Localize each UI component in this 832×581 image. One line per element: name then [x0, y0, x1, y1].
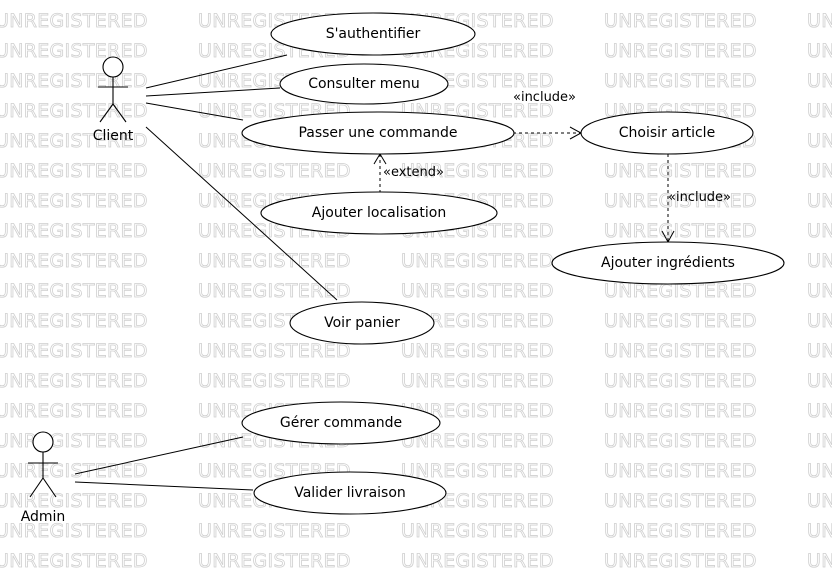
use-case-ajouter-localisation-label: Ajouter localisation: [312, 205, 446, 221]
watermark-text: UNREGISTERED: [0, 70, 148, 92]
use-case-gerer-commande-label: Gérer commande: [280, 415, 402, 431]
use-case-diagram: UNREGISTERED UNREGISTERED UNREGISTERED UNRE…: [0, 10, 832, 581]
use-case-authentifier[interactable]: S'authentifier: [270, 12, 476, 56]
watermark-text: UNREGISTERED: [0, 340, 148, 362]
watermark-text: UNREGISTERED: [0, 220, 148, 242]
watermark-text: UNREGISTERED: [0, 370, 148, 392]
watermark-text: UNREGISTERED: [0, 250, 148, 272]
use-case-valider-livraison-label: Valider livraison: [294, 485, 406, 501]
use-case-passer-commande-label: Passer une commande: [298, 125, 457, 141]
watermark-text: UNREGISTERED: [401, 370, 554, 392]
watermark-text: UNREGISTERED: [604, 160, 757, 182]
watermark-text: UNREGISTERED: [0, 430, 148, 452]
actor-admin-label: Admin: [21, 509, 66, 525]
use-case-choisir-article-label: Choisir article: [619, 125, 715, 141]
watermark-text: UNREGISTERED: [604, 430, 757, 452]
actor-client-head: [102, 56, 124, 78]
use-case-consulter-menu[interactable]: Consulter menu: [279, 63, 449, 105]
watermark-text: UNREGISTERED: [604, 220, 757, 242]
watermark-text: UNREGISTERED: [807, 430, 832, 452]
use-case-ajouter-ingredients[interactable]: Ajouter ingrédients: [551, 241, 785, 285]
watermark-text: UNREGISTERED: [807, 40, 832, 62]
watermark-text: UNREGISTERED: [807, 310, 832, 332]
watermark-text: UNREGISTERED: [604, 550, 757, 572]
watermark-text: UNREGISTERED: [807, 490, 832, 512]
actor-admin-head: [32, 431, 54, 453]
watermark-text: UNREGISTERED: [401, 520, 554, 542]
watermark-text: UNREGISTERED: [807, 280, 832, 302]
watermark-text: UNREGISTERED: [401, 280, 554, 302]
watermark-text: UNREGISTERED: [807, 100, 832, 122]
watermark-text: UNREGISTERED: [0, 550, 148, 572]
watermark-text: UNREGISTERED: [807, 250, 832, 272]
watermark-text: UNREGISTERED: [604, 370, 757, 392]
watermark-text: UNREGISTERED: [604, 310, 757, 332]
watermark-text: UNREGISTERED: [807, 550, 832, 572]
watermark-text: UNREGISTERED: [401, 250, 554, 272]
watermark-text: UNREGISTERED: [807, 400, 832, 422]
use-case-gerer-commande[interactable]: Gérer commande: [241, 401, 441, 445]
watermark-text: UNREGISTERED: [198, 520, 351, 542]
watermark-text: UNREGISTERED: [198, 250, 351, 272]
watermark-text: UNREGISTERED: [807, 370, 832, 392]
use-case-voir-panier[interactable]: Voir panier: [289, 301, 435, 345]
actor-client-label: Client: [93, 128, 134, 144]
use-case-choisir-article[interactable]: Choisir article: [580, 111, 754, 155]
watermark-text: UNREGISTERED: [807, 220, 832, 242]
association-admin-valider-livraison: [74, 481, 254, 491]
watermark-text: UNREGISTERED: [604, 520, 757, 542]
include-label-1: «include»: [513, 90, 576, 105]
watermark-text: UNREGISTERED: [807, 190, 832, 212]
watermark-text: UNREGISTERED: [401, 340, 554, 362]
use-case-valider-livraison[interactable]: Valider livraison: [253, 471, 447, 515]
extend-label: «extend»: [383, 165, 444, 180]
watermark-text: UNREGISTERED: [0, 40, 148, 62]
watermark-text: UNREGISTERED: [807, 10, 832, 32]
use-case-consulter-menu-label: Consulter menu: [308, 76, 420, 92]
watermark-text: UNREGISTERED: [0, 100, 148, 122]
watermark-text: UNREGISTERED: [0, 10, 148, 32]
watermark-text: UNREGISTERED: [604, 460, 757, 482]
watermark-text: UNREGISTERED: [807, 460, 832, 482]
watermark-text: UNREGISTERED: [0, 310, 148, 332]
watermark-text: UNREGISTERED: [807, 340, 832, 362]
watermark-text: UNREGISTERED: [0, 190, 148, 212]
use-case-authentifier-label: S'authentifier: [326, 26, 421, 42]
use-case-ajouter-ingredients-label: Ajouter ingrédients: [601, 255, 735, 271]
watermark-text: UNREGISTERED: [604, 10, 757, 32]
watermark-text: UNREGISTERED: [198, 370, 351, 392]
watermark-text: UNREGISTERED: [198, 550, 351, 572]
watermark-text: UNREGISTERED: [401, 460, 554, 482]
watermark-text: UNREGISTERED: [198, 340, 351, 362]
watermark-text: UNREGISTERED: [807, 160, 832, 182]
watermark-text: UNREGISTERED: [604, 70, 757, 92]
watermark-text: UNREGISTERED: [198, 280, 351, 302]
watermark-text: UNREGISTERED: [401, 550, 554, 572]
watermark-text: UNREGISTERED: [0, 400, 148, 422]
watermark-text: UNREGISTERED: [604, 490, 757, 512]
watermark-text: UNREGISTERED: [807, 70, 832, 92]
watermark-text: UNREGISTERED: [604, 340, 757, 362]
use-case-ajouter-localisation[interactable]: Ajouter localisation: [260, 191, 498, 235]
watermark-text: UNREGISTERED: [198, 160, 351, 182]
include-label-2: «include»: [668, 190, 731, 205]
watermark-text: UNREGISTERED: [0, 160, 148, 182]
watermark-text: UNREGISTERED: [807, 520, 832, 542]
watermark-text: UNREGISTERED: [604, 400, 757, 422]
use-case-voir-panier-label: Voir panier: [324, 315, 400, 331]
watermark-text: UNREGISTERED: [807, 130, 832, 152]
watermark-text: UNREGISTERED: [604, 40, 757, 62]
use-case-passer-commande[interactable]: Passer une commande: [241, 111, 515, 155]
watermark-text: UNREGISTERED: [0, 280, 148, 302]
